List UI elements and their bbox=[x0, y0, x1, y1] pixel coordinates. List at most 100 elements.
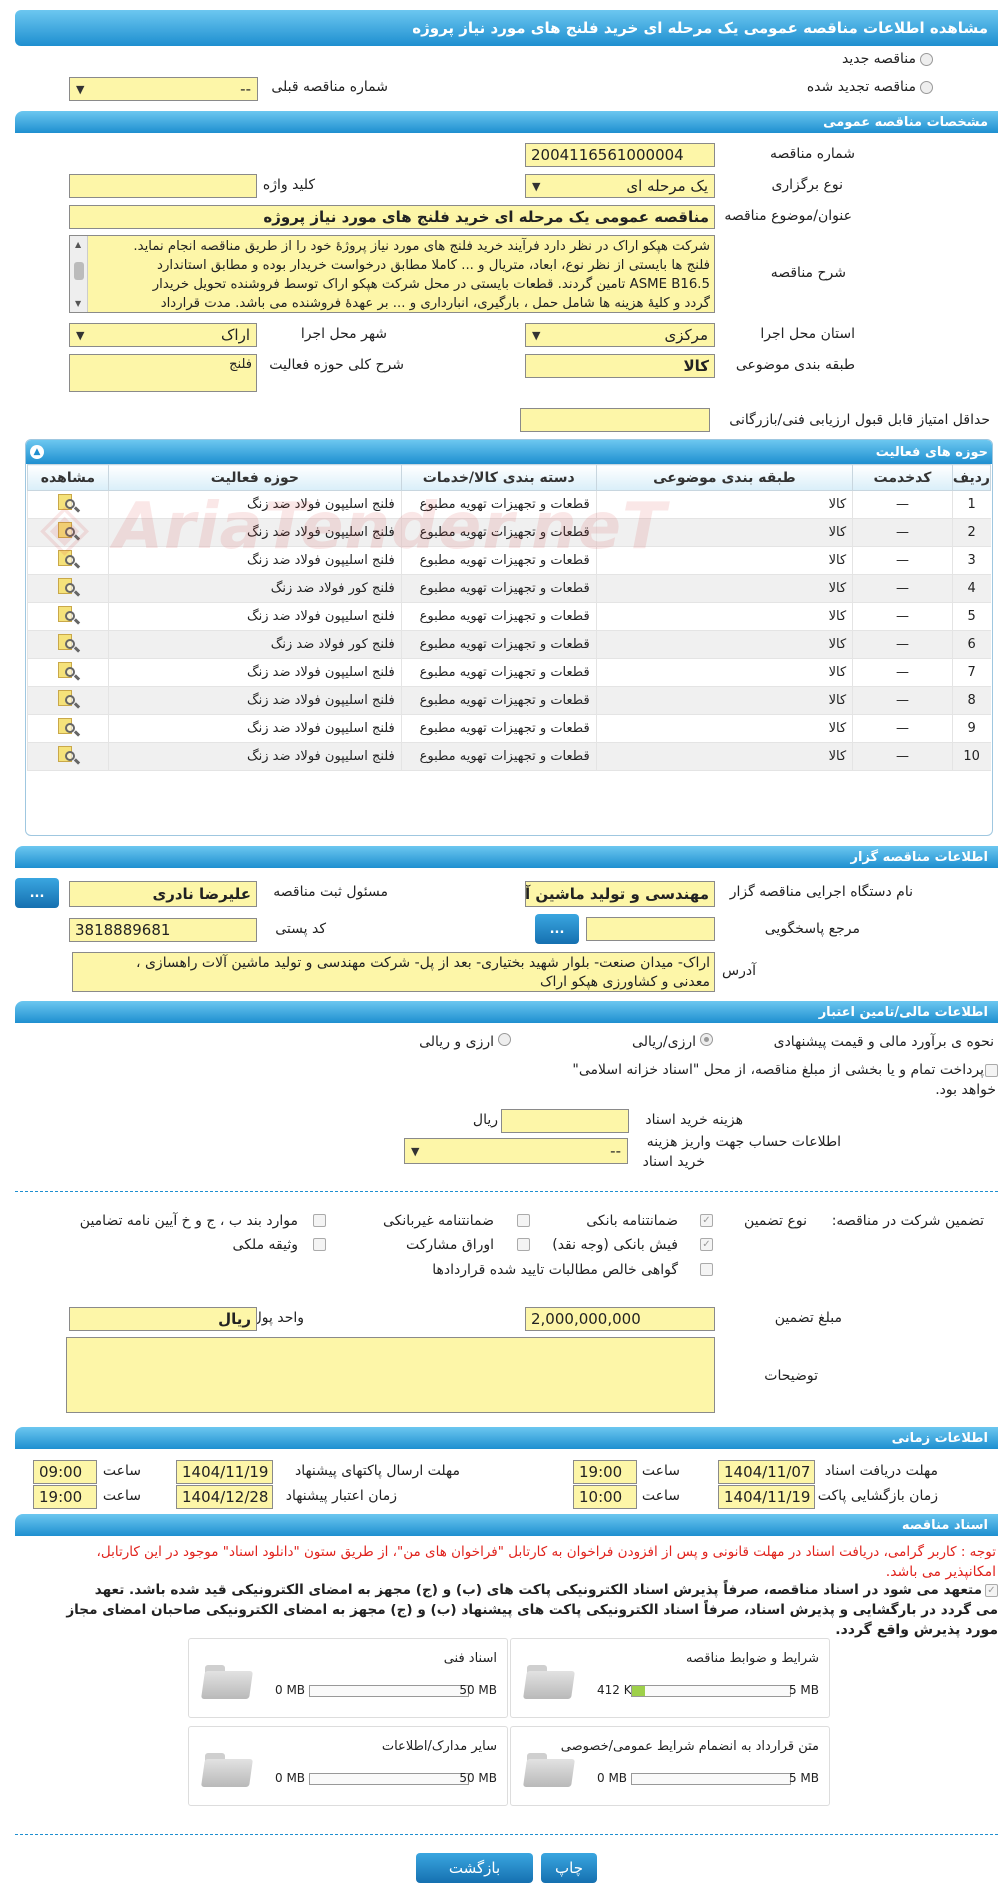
view-cell bbox=[27, 658, 109, 687]
table-cell: 2 bbox=[951, 518, 991, 547]
notes-label: توضیحات bbox=[764, 1368, 818, 1384]
view-details-icon[interactable] bbox=[56, 716, 81, 738]
device-field[interactable]: مهندسی و تولید ماشین آلا bbox=[525, 881, 715, 907]
document-box[interactable]: شرایط و ضوابط مناقصه 412 KB 5 MB bbox=[510, 1638, 830, 1718]
province-select[interactable]: مرکزی ▼ bbox=[525, 323, 715, 347]
registrar-lookup-button[interactable]: ... bbox=[15, 878, 59, 908]
description-line: شرکت هپکو اراک در نظر دارد فرآیند خرید ف… bbox=[133, 239, 710, 254]
description-textarea[interactable]: ▲ ▼ شرکت هپکو اراک در نظر دارد فرآیند خر… bbox=[69, 235, 715, 313]
device-label: نام دستگاه اجرایی مناقصه گزار bbox=[729, 884, 913, 900]
min-score-field[interactable] bbox=[520, 408, 710, 432]
radio-currency-and-rial[interactable] bbox=[498, 1033, 511, 1046]
open-label: زمان بازگشایی پاکت ها bbox=[801, 1488, 938, 1504]
scrollbar-thumb[interactable] bbox=[74, 262, 84, 280]
document-size-fill bbox=[632, 1686, 645, 1696]
activities-header: حوزه های فعالیت bbox=[26, 440, 992, 464]
scroll-up-icon[interactable]: ▲ bbox=[75, 240, 81, 249]
radio-renewed-tender[interactable] bbox=[920, 81, 933, 94]
city-select[interactable]: اراک ▼ bbox=[69, 323, 257, 347]
keyword-field[interactable] bbox=[69, 174, 257, 198]
send-date: 1404/11/19 bbox=[182, 1463, 269, 1481]
amount-value: 2,000,000,000 bbox=[531, 1310, 641, 1328]
document-box[interactable]: متن قرارداد به انضمام شرایط عمومی/خصوصی 0… bbox=[510, 1726, 830, 1806]
type-label: نوع برگزاری bbox=[771, 177, 843, 193]
view-cell bbox=[27, 714, 109, 743]
guarantee-checkbox[interactable] bbox=[313, 1238, 326, 1251]
guarantee-label: تضمین شرکت در مناقصه: bbox=[831, 1213, 984, 1229]
send-date-field[interactable]: 1404/11/19 bbox=[176, 1460, 273, 1484]
open-time: 10:00 bbox=[579, 1488, 623, 1506]
view-details-icon[interactable] bbox=[56, 660, 81, 682]
guarantee-option-label: فیش بانکی (وجه نقد) bbox=[552, 1237, 678, 1253]
receive-date-field[interactable]: 1404/11/07 bbox=[718, 1460, 815, 1484]
registrar-field[interactable]: علیرضا نادری bbox=[69, 881, 257, 907]
guarantee-checkbox[interactable] bbox=[517, 1238, 530, 1251]
guarantee-checkbox[interactable]: ✓ bbox=[700, 1214, 713, 1227]
prev-number-select[interactable]: -- ▼ bbox=[69, 77, 258, 101]
folder-icon[interactable] bbox=[523, 1751, 577, 1789]
view-details-icon[interactable] bbox=[56, 604, 81, 626]
document-box[interactable]: اسناد فنی 0 MB 50 MB bbox=[188, 1638, 508, 1718]
postal-field[interactable]: 3818889681 bbox=[69, 918, 257, 942]
send-time-field[interactable]: 09:00 bbox=[33, 1460, 97, 1484]
organizer-section-title: اطلاعات مناقصه گزار bbox=[850, 849, 988, 865]
back-button[interactable]: بازگشت bbox=[416, 1853, 533, 1883]
col-header: کدخدمت bbox=[852, 464, 953, 491]
radio-new-tender[interactable] bbox=[920, 53, 933, 66]
ref-lookup-button[interactable]: ... bbox=[535, 914, 579, 944]
account-select[interactable]: -- ▼ bbox=[404, 1138, 628, 1164]
documents-section-title: اسناد مناقصه bbox=[901, 1517, 988, 1533]
notes-textarea[interactable] bbox=[66, 1337, 715, 1413]
commitment-line: مورد پذیرش واقع گردد. bbox=[835, 1622, 998, 1638]
table-row: 6— کالا قطعات و تجهیزات تهویه مطبوع فلنج کو… bbox=[27, 630, 991, 659]
validity-time-field[interactable]: 19:00 bbox=[33, 1485, 97, 1509]
view-details-icon[interactable] bbox=[56, 688, 81, 710]
view-details-icon[interactable] bbox=[56, 632, 81, 654]
currency-field[interactable]: ریال bbox=[69, 1307, 257, 1331]
description-line: گردد و کلیهٔ هزینه ها شامل حمل ، بارگیری… bbox=[160, 296, 710, 311]
description-line: فلنج ها بایستی از نظر نوع، ابعاد، متریال… bbox=[157, 258, 710, 273]
subject-field[interactable]: مناقصه عمومی یک مرحله ای خرید فلنج های م… bbox=[69, 205, 715, 229]
guarantee-checkbox[interactable] bbox=[517, 1214, 530, 1227]
view-details-icon[interactable] bbox=[56, 576, 81, 598]
view-cell bbox=[27, 630, 109, 659]
address-field[interactable]: اراک- میدان صنعت- بلوار شهید بختیاری- بع… bbox=[72, 952, 715, 992]
view-details-icon[interactable] bbox=[56, 744, 81, 766]
time-label: ساعت bbox=[102, 1463, 141, 1479]
folder-icon[interactable] bbox=[523, 1663, 577, 1701]
general-section-title: مشخصات مناقصه عمومی bbox=[823, 114, 988, 130]
document-box[interactable]: سایر مدارک/اطلاعات 0 MB 50 MB bbox=[188, 1726, 508, 1806]
guarantee-checkbox[interactable] bbox=[313, 1214, 326, 1227]
ref-field[interactable] bbox=[586, 917, 715, 941]
description-scrollbar[interactable]: ▲ ▼ bbox=[70, 236, 88, 312]
guarantee-checkbox[interactable]: ✓ bbox=[700, 1238, 713, 1251]
category-field[interactable]: کالا bbox=[525, 354, 715, 378]
validity-date-field[interactable]: 1404/12/28 bbox=[176, 1485, 273, 1509]
doc-cost-unit: ریال bbox=[472, 1112, 498, 1128]
open-time-field[interactable]: 10:00 bbox=[573, 1485, 637, 1509]
documents-section-header: اسناد مناقصه bbox=[15, 1514, 998, 1536]
tender-number-field[interactable]: 2004116561000004 bbox=[525, 143, 715, 167]
estimate-label: نحوه ی برآورد مالی و قیمت پیشنهادی bbox=[773, 1034, 994, 1050]
treasury-checkbox[interactable] bbox=[985, 1064, 998, 1077]
radio-renewed-label: مناقصه تجدید شده bbox=[806, 79, 916, 95]
type-select[interactable]: یک مرحله ای ▼ bbox=[525, 174, 715, 198]
col-header: دسته بندی کالا/خدمات bbox=[400, 464, 597, 491]
receive-time-field[interactable]: 19:00 bbox=[573, 1460, 637, 1484]
guarantee-option-label: ضمانتنامه غیربانکی bbox=[382, 1213, 494, 1229]
category-value: کالا bbox=[683, 357, 709, 375]
time-label: ساعت bbox=[102, 1488, 141, 1504]
radio-currency-rial[interactable] bbox=[700, 1033, 713, 1046]
collapse-icon[interactable]: ▲ bbox=[30, 445, 44, 459]
amount-field[interactable]: 2,000,000,000 bbox=[525, 1307, 715, 1331]
print-button[interactable]: چاپ bbox=[541, 1853, 597, 1883]
radio-currency-rial-label: ارزی/ریالی bbox=[632, 1034, 696, 1050]
scroll-down-icon[interactable]: ▼ bbox=[75, 299, 81, 308]
activity-desc-field[interactable]: فلنج bbox=[69, 354, 257, 392]
open-date-field[interactable]: 1404/11/19 bbox=[718, 1485, 815, 1509]
folder-icon[interactable] bbox=[201, 1751, 255, 1789]
doc-cost-field[interactable] bbox=[501, 1109, 629, 1133]
folder-icon[interactable] bbox=[201, 1663, 255, 1701]
table-cell: قطعات و تجهیزات تهویه مطبوع bbox=[400, 630, 597, 659]
guarantee-checkbox[interactable] bbox=[700, 1263, 713, 1276]
